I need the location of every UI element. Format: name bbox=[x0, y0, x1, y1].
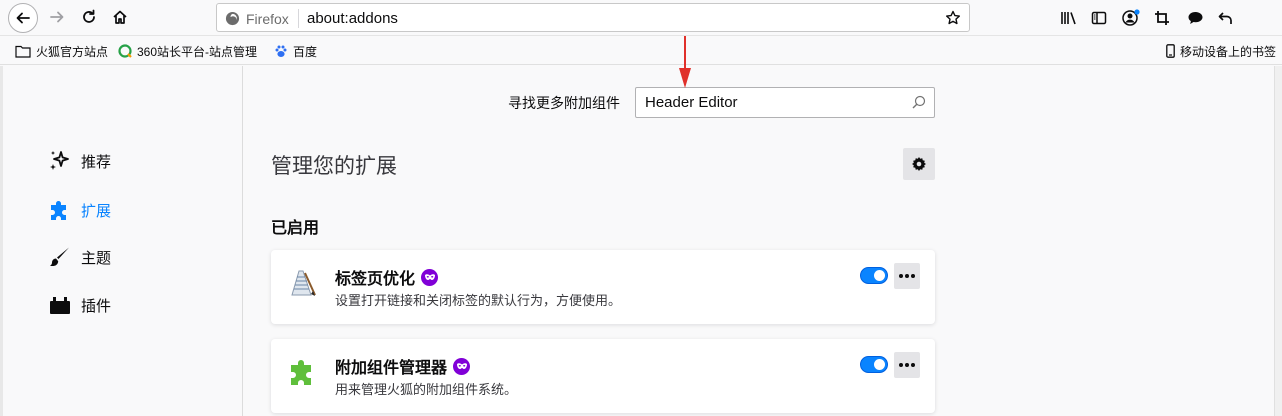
annotation-arrow-icon bbox=[679, 36, 691, 88]
scrollbar-track[interactable] bbox=[1274, 66, 1282, 416]
tools-menu-button[interactable] bbox=[903, 148, 935, 180]
home-icon bbox=[113, 10, 127, 24]
sidebar-icon bbox=[1091, 11, 1107, 25]
forward-button[interactable] bbox=[42, 3, 72, 31]
reload-icon bbox=[83, 9, 95, 23]
back-button[interactable] bbox=[8, 3, 38, 33]
addon-more-options-button[interactable] bbox=[894, 263, 920, 289]
navigation-toolbar: Firefox about:addons bbox=[0, 0, 1282, 36]
feedback-button[interactable] bbox=[1183, 6, 1207, 30]
account-button[interactable] bbox=[1119, 6, 1143, 30]
sparkle-icon bbox=[48, 149, 72, 173]
bookmark-label: 火狐官方站点 bbox=[36, 44, 109, 59]
more-dot bbox=[911, 363, 915, 367]
home-button[interactable] bbox=[105, 3, 135, 31]
category-label: 推荐 bbox=[81, 153, 112, 171]
addons-page: 推荐 扩展 主题 插件 寻找更多附加组件 管理您的扩展 已启用 bbox=[0, 66, 1282, 416]
bookmark-label: 360站长平台-站点管理 bbox=[137, 44, 258, 59]
addon-description: 设置打开链接和关闭标签的默认行为，方便使用。 bbox=[335, 293, 622, 308]
more-dot bbox=[905, 274, 909, 278]
baidu-paw-icon bbox=[275, 45, 287, 57]
more-dot bbox=[899, 363, 903, 367]
crop-icon bbox=[1155, 11, 1169, 25]
addon-name: 标签页优化 bbox=[335, 271, 416, 288]
folder-icon bbox=[15, 45, 31, 58]
addon-manager-puzzle-icon bbox=[291, 360, 311, 385]
addon-search-input[interactable] bbox=[636, 88, 904, 117]
category-sidebar: 推荐 扩展 主题 插件 bbox=[3, 66, 243, 416]
site-icon bbox=[118, 44, 132, 58]
category-label: 插件 bbox=[81, 297, 112, 315]
bookmark-item[interactable]: 360站长平台-站点管理 bbox=[118, 43, 257, 59]
gear-icon bbox=[912, 157, 926, 171]
addon-name-row: 附加组件管理器 bbox=[335, 354, 471, 378]
search-icon[interactable] bbox=[912, 95, 926, 109]
star-icon bbox=[946, 10, 960, 25]
enabled-section-heading: 已启用 bbox=[271, 220, 320, 237]
identity-box[interactable]: Firefox bbox=[225, 10, 289, 27]
chat-bubble-icon bbox=[1188, 12, 1202, 24]
back-arrow-icon bbox=[16, 12, 30, 24]
bookmark-item[interactable]: 火狐官方站点 bbox=[15, 43, 108, 59]
category-extensions[interactable]: 扩展 bbox=[48, 196, 111, 224]
search-row: 寻找更多附加组件 bbox=[508, 88, 620, 118]
library-icon bbox=[1061, 12, 1076, 25]
undo-arrow-icon bbox=[1218, 12, 1232, 24]
account-icon bbox=[1122, 9, 1140, 26]
undo-button[interactable] bbox=[1214, 6, 1238, 30]
addon-description: 用来管理火狐的附加组件系统。 bbox=[335, 382, 518, 397]
addon-enable-toggle[interactable] bbox=[860, 356, 888, 373]
mobile-bookmarks-label: 移动设备上的书签 bbox=[1180, 44, 1277, 59]
addon-card[interactable]: 附加组件管理器 用来管理火狐的附加组件系统。 bbox=[271, 339, 935, 413]
screenshot-button[interactable] bbox=[1150, 6, 1174, 30]
bookmark-item[interactable]: 百度 bbox=[274, 43, 317, 59]
more-dot bbox=[899, 274, 903, 278]
addon-name-row: 标签页优化 bbox=[335, 265, 439, 289]
mobile-bookmarks[interactable]: 移动设备上的书签 bbox=[1166, 43, 1276, 59]
forward-arrow-icon bbox=[50, 11, 64, 23]
plugin-icon bbox=[48, 293, 72, 317]
toggle-knob bbox=[874, 359, 885, 370]
library-button[interactable] bbox=[1057, 6, 1081, 30]
addon-search-box[interactable] bbox=[635, 87, 935, 118]
url-text[interactable]: about:addons bbox=[307, 10, 398, 27]
mobile-device-icon bbox=[1166, 44, 1175, 58]
bookmark-star-button[interactable] bbox=[943, 8, 963, 28]
bookmarks-toolbar: 火狐官方站点 360站长平台-站点管理 百度 移动设备上的书签 bbox=[0, 37, 1282, 65]
category-label: 扩展 bbox=[81, 202, 112, 220]
toggle-knob bbox=[874, 270, 885, 281]
brush-icon bbox=[48, 245, 72, 269]
identity-separator bbox=[298, 9, 299, 28]
reload-button[interactable] bbox=[74, 3, 104, 31]
sidebar-toggle-button[interactable] bbox=[1087, 6, 1111, 30]
tab-settings-addon-icon bbox=[291, 270, 316, 296]
firefox-logo-icon bbox=[225, 11, 240, 26]
addon-more-options-button[interactable] bbox=[894, 352, 920, 378]
category-themes[interactable]: 主题 bbox=[48, 243, 111, 271]
addon-card[interactable]: 标签页优化 设置打开链接和关闭标签的默认行为，方便使用。 bbox=[271, 250, 935, 324]
url-bar[interactable]: Firefox about:addons bbox=[216, 3, 970, 32]
puzzle-icon bbox=[48, 198, 72, 222]
bookmark-label: 百度 bbox=[293, 44, 318, 59]
private-browsing-badge-icon bbox=[453, 357, 471, 375]
private-browsing-badge-icon bbox=[421, 268, 439, 286]
addon-enable-toggle[interactable] bbox=[860, 267, 888, 284]
category-recommendations[interactable]: 推荐 bbox=[48, 147, 111, 175]
category-label: 主题 bbox=[81, 249, 112, 267]
page-title: 管理您的扩展 bbox=[271, 155, 397, 178]
category-plugins[interactable]: 插件 bbox=[48, 291, 111, 319]
identity-label: Firefox bbox=[246, 10, 289, 27]
search-label: 寻找更多附加组件 bbox=[508, 95, 620, 111]
more-dot bbox=[905, 363, 909, 367]
more-dot bbox=[911, 274, 915, 278]
addon-name: 附加组件管理器 bbox=[335, 360, 448, 377]
